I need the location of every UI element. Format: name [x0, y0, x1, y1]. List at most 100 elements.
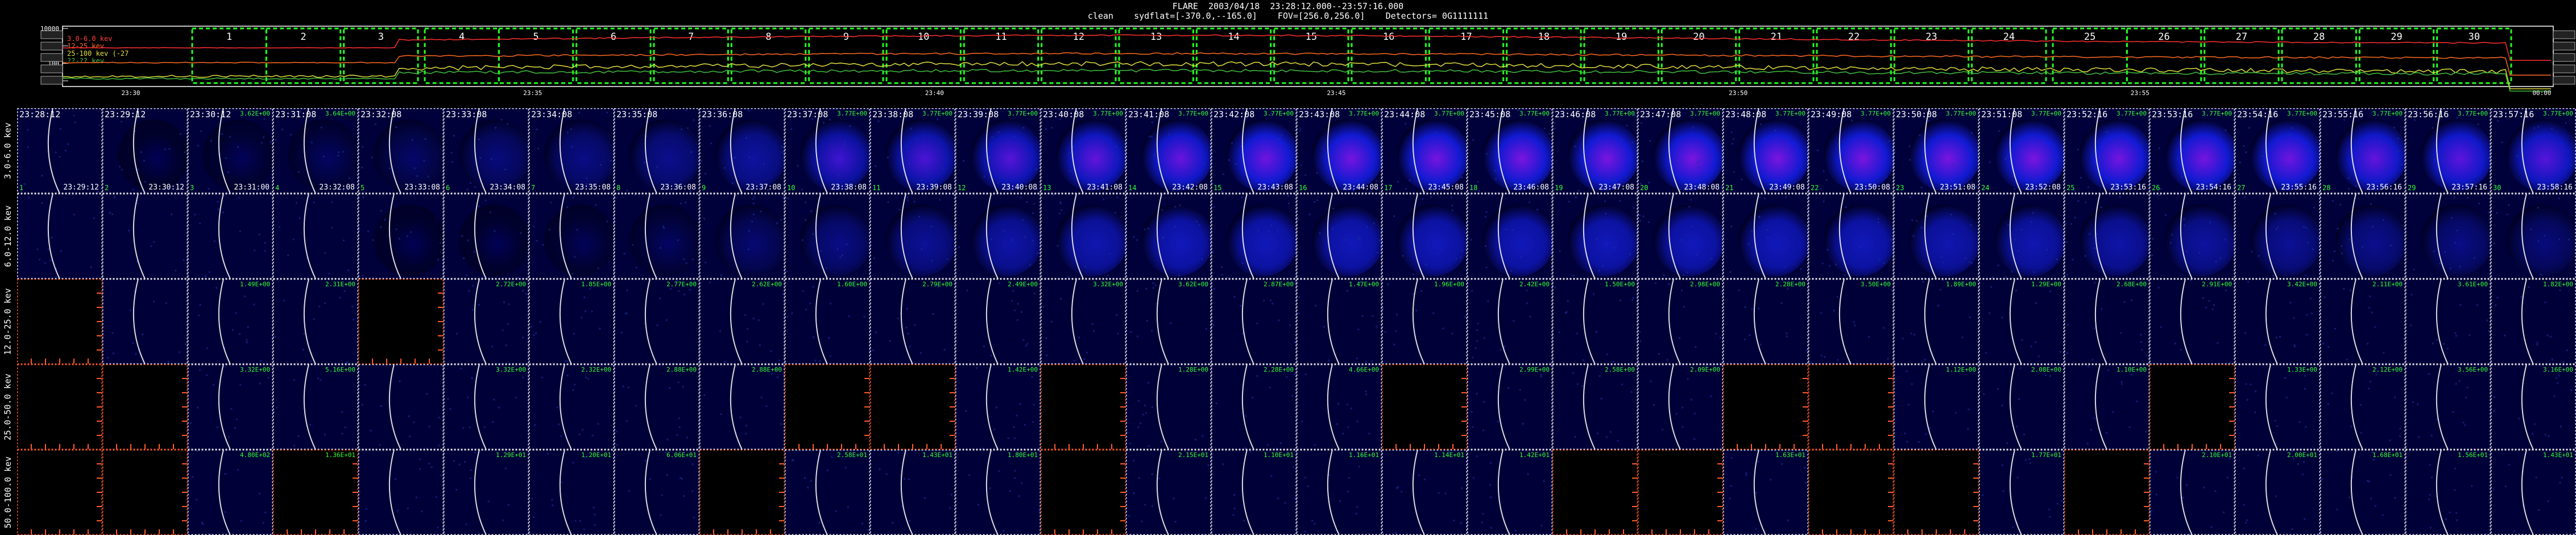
- image-cell[interactable]: 1.28E+00: [1126, 364, 1211, 450]
- image-cell[interactable]: 2.77E+00: [614, 279, 699, 364]
- image-cell[interactable]: [614, 194, 699, 279]
- image-cell[interactable]: 1.29E+00: [1979, 279, 2064, 364]
- image-cell[interactable]: 3.50E+00: [1808, 279, 1894, 364]
- image-cell[interactable]: 23:42:08 23:43:08 15 3.77E+00: [1211, 108, 1297, 194]
- image-cell[interactable]: 2.91E+00: [2150, 279, 2235, 364]
- image-cell[interactable]: 23:57:16 23:58:16 30 3.77E+00: [2491, 108, 2576, 194]
- image-cell[interactable]: 23:44:08 23:45:08 17 3.77E+00: [1382, 108, 1467, 194]
- empty-image-cell[interactable]: [870, 364, 955, 450]
- image-cell[interactable]: 2.72E+00: [444, 279, 529, 364]
- image-cell[interactable]: [529, 194, 614, 279]
- image-cell[interactable]: [444, 194, 529, 279]
- image-cell[interactable]: [699, 194, 785, 279]
- empty-image-cell[interactable]: [17, 450, 102, 535]
- image-cell[interactable]: 2.88E+00: [699, 364, 785, 450]
- empty-image-cell[interactable]: [1041, 450, 1126, 535]
- image-cell[interactable]: 2.62E+00: [699, 279, 785, 364]
- image-cell[interactable]: 2.10E+01: [2150, 450, 2235, 535]
- image-cell[interactable]: [1894, 194, 1979, 279]
- image-cell[interactable]: 1.63E+01: [1723, 450, 1808, 535]
- image-cell[interactable]: 23:46:08 23:47:08 19 3.77E+00: [1552, 108, 1638, 194]
- image-cell[interactable]: 1.49E+00: [188, 279, 273, 364]
- image-cell[interactable]: 1.42E+01: [1467, 450, 1552, 535]
- image-cell[interactable]: [1467, 194, 1552, 279]
- image-cell[interactable]: [2150, 194, 2235, 279]
- image-cell[interactable]: 2.08E+00: [1979, 364, 2064, 450]
- image-cell[interactable]: 1.43E+01: [2491, 450, 2576, 535]
- image-cell[interactable]: 23:36:08 23:37:08 9: [699, 108, 785, 194]
- empty-image-cell[interactable]: [1552, 450, 1638, 535]
- empty-image-cell[interactable]: [699, 450, 785, 535]
- image-cell[interactable]: [1723, 194, 1808, 279]
- empty-image-cell[interactable]: [1041, 364, 1126, 450]
- empty-image-cell[interactable]: [102, 450, 188, 535]
- image-cell[interactable]: [1552, 194, 1638, 279]
- image-cell[interactable]: 3.42E+00: [2235, 279, 2320, 364]
- image-cell[interactable]: 23:43:08 23:44:08 16 3.77E+00: [1297, 108, 1382, 194]
- image-cell[interactable]: 23:52:16 23:53:16 25 3.77E+00: [2064, 108, 2150, 194]
- image-cell[interactable]: 2.49E+00: [955, 279, 1041, 364]
- image-cell[interactable]: 1.14E+01: [1382, 450, 1467, 535]
- image-cell[interactable]: 23:39:08 23:40:08 12 3.77E+00: [955, 108, 1041, 194]
- image-cell[interactable]: 23:48:08 23:49:08 21 3.77E+00: [1723, 108, 1808, 194]
- image-cell[interactable]: [273, 194, 358, 279]
- image-cell[interactable]: 1.10E+01: [1211, 450, 1297, 535]
- image-cell[interactable]: 1.33E+00: [2235, 364, 2320, 450]
- image-cell[interactable]: 1.96E+00: [1382, 279, 1467, 364]
- image-cell[interactable]: [1638, 194, 1723, 279]
- image-cell[interactable]: 23:33:08 23:34:08 6: [444, 108, 529, 194]
- image-cell[interactable]: 1.47E+00: [1297, 279, 1382, 364]
- image-cell[interactable]: 3.32E+00: [1041, 279, 1126, 364]
- empty-image-cell[interactable]: [2150, 364, 2235, 450]
- image-cell[interactable]: 23:51:08 23:52:08 24 3.77E+00: [1979, 108, 2064, 194]
- image-cell[interactable]: 4.66E+00: [1297, 364, 1382, 450]
- image-cell[interactable]: [2320, 194, 2405, 279]
- image-cell[interactable]: 2.42E+00: [1467, 279, 1552, 364]
- image-cell[interactable]: 2.09E+00: [1638, 364, 1723, 450]
- image-cell[interactable]: 23:56:16 23:57:16 29 3.77E+00: [2405, 108, 2491, 194]
- image-cell[interactable]: 23:47:08 23:48:08 20 3.77E+00: [1638, 108, 1723, 194]
- image-cell[interactable]: 23:38:08 23:39:08 11 3.77E+00: [870, 108, 955, 194]
- image-cell[interactable]: [1041, 194, 1126, 279]
- image-cell[interactable]: 5.16E+00: [273, 364, 358, 450]
- image-cell[interactable]: 1.29E+01: [444, 450, 529, 535]
- image-cell[interactable]: 23:30:12 23:31:00 3 3.62E+00: [188, 108, 273, 194]
- image-cell[interactable]: [2491, 194, 2576, 279]
- empty-image-cell[interactable]: [1382, 364, 1467, 450]
- empty-image-cell[interactable]: [1808, 450, 1894, 535]
- image-cell[interactable]: 2.11E+00: [2320, 279, 2405, 364]
- empty-image-cell[interactable]: 1.36E+01: [273, 450, 358, 535]
- image-cell[interactable]: 23:37:08 23:38:08 10 3.77E+00: [785, 108, 870, 194]
- image-cell[interactable]: [1211, 194, 1297, 279]
- image-cell[interactable]: [188, 194, 273, 279]
- image-cell[interactable]: 2.79E+00: [870, 279, 955, 364]
- empty-image-cell[interactable]: [785, 364, 870, 450]
- image-cell[interactable]: 23:45:08 23:46:08 18 3.77E+00: [1467, 108, 1552, 194]
- image-cell[interactable]: 1.43E+01: [870, 450, 955, 535]
- image-cell[interactable]: 23:34:08 23:35:08 7: [529, 108, 614, 194]
- image-cell[interactable]: 1.56E+01: [2405, 450, 2491, 535]
- image-cell[interactable]: 2.15E+01: [1126, 450, 1211, 535]
- empty-image-cell[interactable]: [2064, 450, 2150, 535]
- image-cell[interactable]: 1.80E+01: [955, 450, 1041, 535]
- image-cell[interactable]: [17, 194, 102, 279]
- image-cell[interactable]: 2.58E+00: [1552, 364, 1638, 450]
- image-cell[interactable]: 1.12E+00: [1894, 364, 1979, 450]
- image-cell[interactable]: 1.82E+00: [2491, 279, 2576, 364]
- image-cell[interactable]: [102, 194, 188, 279]
- image-cell[interactable]: 2.28E+00: [1211, 364, 1297, 450]
- image-cell[interactable]: [1297, 194, 1382, 279]
- image-cell[interactable]: 2.12E+00: [2320, 364, 2405, 450]
- image-cell[interactable]: [2235, 194, 2320, 279]
- image-cell[interactable]: 2.98E+00: [1638, 279, 1723, 364]
- empty-image-cell[interactable]: [358, 279, 444, 364]
- image-cell[interactable]: 3.56E+00: [2405, 364, 2491, 450]
- image-cell[interactable]: 2.88E+00: [614, 364, 699, 450]
- image-cell[interactable]: 6.06E+01: [614, 450, 699, 535]
- image-cell[interactable]: 23:35:08 23:36:08 8: [614, 108, 699, 194]
- image-cell[interactable]: 2.99E+00: [1467, 364, 1552, 450]
- image-cell[interactable]: 23:54:16 23:55:16 27 3.77E+00: [2235, 108, 2320, 194]
- image-cell[interactable]: 23:53:16 23:54:16 26 3.77E+00: [2150, 108, 2235, 194]
- image-cell[interactable]: 3.32E+00: [444, 364, 529, 450]
- image-cell[interactable]: 23:50:08 23:51:08 23 3.77E+00: [1894, 108, 1979, 194]
